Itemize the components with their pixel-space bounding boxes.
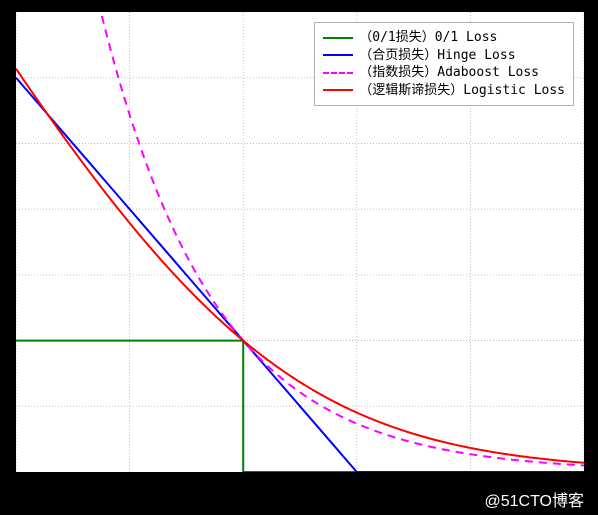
legend-swatch-3 xyxy=(323,89,353,91)
legend-item-1: （合页损失）Hinge Loss xyxy=(323,47,565,65)
watermark: @51CTO博客 xyxy=(484,487,584,511)
legend-label: （逻辑斯谛损失）Logistic Loss xyxy=(359,82,565,100)
legend-item-2: （指数损失）Adaboost Loss xyxy=(323,64,565,82)
legend-swatch-2 xyxy=(323,72,353,74)
legend-swatch-1 xyxy=(323,54,353,56)
legend: （0/1损失）0/1 Loss （合页损失）Hinge Loss （指数损失）A… xyxy=(314,22,574,106)
legend-swatch-0 xyxy=(323,37,353,39)
legend-item-3: （逻辑斯谛损失）Logistic Loss xyxy=(323,82,565,100)
legend-item-0: （0/1损失）0/1 Loss xyxy=(323,29,565,47)
plot-area: （0/1损失）0/1 Loss （合页损失）Hinge Loss （指数损失）A… xyxy=(15,11,585,473)
legend-label: （指数损失）Adaboost Loss xyxy=(359,64,539,82)
grid-horizontal xyxy=(16,78,584,407)
legend-label: （0/1损失）0/1 Loss xyxy=(359,29,497,47)
legend-label: （合页损失）Hinge Loss xyxy=(359,47,515,65)
